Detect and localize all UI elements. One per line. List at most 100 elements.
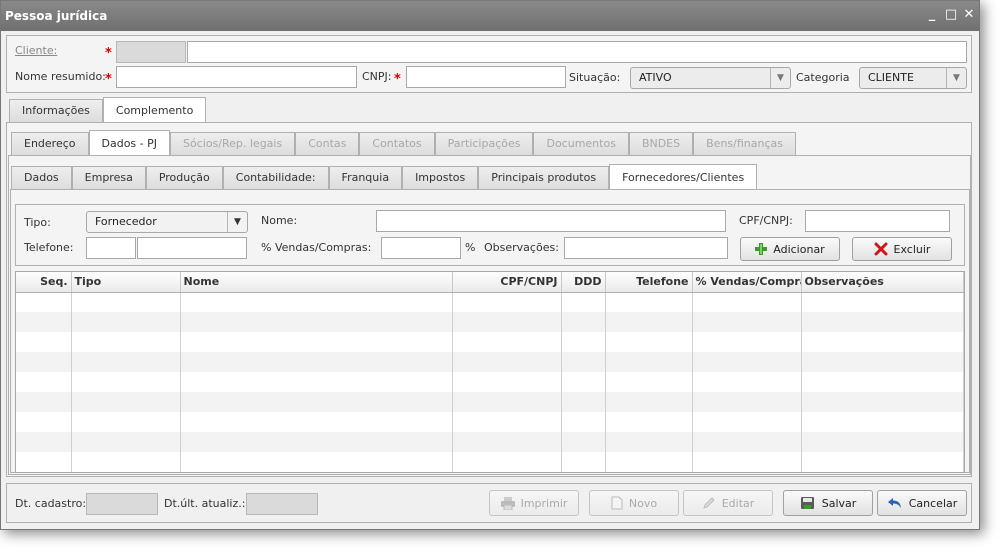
situacao-select[interactable]: ATIVO ▼	[630, 67, 791, 89]
situacao-value: ATIVO	[639, 71, 672, 84]
chevron-down-icon: ▼	[227, 212, 247, 232]
tab-franquia[interactable]: Franquia	[328, 166, 403, 190]
column-header-telefone[interactable]: Telefone	[605, 272, 693, 293]
novo-label: Novo	[628, 496, 658, 510]
close-icon[interactable]: ✕	[962, 7, 976, 23]
pessoa-juridica-window: Pessoa jurídica _ □ ✕ Cliente: * Nome re…	[0, 0, 980, 530]
dt-atualiz-label: Dt.últ. atualiz.:	[164, 497, 246, 510]
vendas-compras-label: % Vendas/Compras:	[261, 241, 372, 254]
nome-resumido-field[interactable]	[116, 66, 357, 88]
cancelar-label: Cancelar	[908, 496, 958, 510]
grid-header-row: Seq. Tipo Nome CPF/CNPJ DDD Telefone % V…	[16, 272, 964, 293]
adicionar-label: Adicionar	[773, 242, 825, 256]
tab-endereco[interactable]: Endereço	[11, 132, 89, 156]
tab-dados[interactable]: Dados	[11, 166, 72, 190]
salvar-button[interactable]: Salvar	[783, 490, 873, 516]
table-row	[16, 292, 964, 312]
editar-button[interactable]: Editar	[683, 490, 773, 516]
imprimir-label: Imprimir	[520, 496, 568, 510]
editar-label: Editar	[721, 496, 755, 510]
observacoes-label: Observações:	[484, 241, 559, 254]
fornecedores-grid[interactable]: Seq. Tipo Nome CPF/CNPJ DDD Telefone % V…	[15, 271, 965, 473]
plus-icon	[755, 243, 768, 255]
tab-fornecedores-clientes[interactable]: Fornecedores/Clientes	[609, 164, 758, 190]
tab-producao[interactable]: Produção	[145, 166, 223, 190]
dt-cadastro-label: Dt. cadastro:	[15, 497, 87, 510]
tab-complemento[interactable]: Complemento	[102, 97, 207, 123]
novo-button[interactable]: Novo	[589, 490, 679, 516]
cpfcnpj-label: CPF/CNPJ:	[739, 214, 793, 227]
window-title: Pessoa jurídica	[5, 9, 108, 23]
column-header-observacoes[interactable]: Observações	[801, 272, 964, 293]
sub-tabs: Endereço Dados - PJ Sócios/Rep. legais C…	[11, 130, 796, 156]
column-header-tipo[interactable]: Tipo	[71, 272, 181, 293]
tipo-select[interactable]: Fornecedor ▼	[86, 211, 248, 233]
tab-dados-pj[interactable]: Dados - PJ	[88, 130, 170, 156]
tab-contabilidade[interactable]: Contabilidade:	[222, 166, 329, 190]
required-mark: *	[105, 72, 112, 87]
salvar-label: Salvar	[821, 496, 857, 510]
tab-empresa[interactable]: Empresa	[71, 166, 146, 190]
printer-icon	[500, 496, 515, 510]
required-mark: *	[394, 72, 401, 87]
cpfcnpj-field[interactable]	[805, 210, 950, 232]
column-header-ddd[interactable]: DDD	[561, 272, 606, 293]
pencil-icon	[702, 497, 715, 509]
ddd-field[interactable]	[86, 237, 136, 259]
chevron-down-icon: ▼	[770, 68, 790, 88]
nome-resumido-label: Nome resumido:	[15, 70, 106, 83]
dt-cadastro-field[interactable]	[86, 493, 158, 515]
table-row	[16, 452, 964, 472]
table-row	[16, 372, 964, 392]
cliente-name-field[interactable]	[187, 41, 967, 63]
tipo-value: Fornecedor	[95, 215, 157, 228]
telefone-label: Telefone:	[24, 241, 74, 254]
minimize-icon[interactable]: _	[925, 7, 939, 23]
vendas-compras-field[interactable]	[381, 237, 461, 259]
categoria-label: Categoria	[796, 71, 850, 84]
cliente-code-field[interactable]	[116, 41, 186, 63]
required-mark: *	[105, 46, 112, 61]
tab-contatos[interactable]: Contatos	[359, 132, 435, 156]
table-row	[16, 392, 964, 412]
tab-bens-financas[interactable]: Bens/finanças	[693, 132, 796, 156]
nome-field[interactable]	[376, 210, 726, 232]
cliente-label[interactable]: Cliente:	[15, 44, 57, 58]
pj-tabs: Dados Empresa Produção Contabilidade: Fr…	[11, 164, 758, 190]
observacoes-field[interactable]	[564, 237, 728, 259]
chevron-down-icon: ▼	[946, 68, 966, 88]
save-icon	[800, 496, 814, 509]
situacao-label: Situação:	[569, 71, 621, 84]
tab-documentos[interactable]: Documentos	[533, 132, 629, 156]
excluir-button[interactable]: Excluir	[852, 237, 952, 261]
delete-x-icon	[874, 242, 888, 256]
main-tabs: Informações Complemento	[9, 97, 207, 123]
grid-body	[16, 292, 964, 472]
percent-sign: %	[465, 241, 476, 254]
tab-bndes[interactable]: BNDES	[628, 132, 694, 156]
tab-principais-produtos[interactable]: Principais produtos	[478, 166, 610, 190]
cnpj-field[interactable]	[406, 66, 566, 88]
new-document-icon	[611, 496, 623, 510]
undo-arrow-icon	[887, 498, 901, 508]
column-header-nome[interactable]: Nome	[180, 272, 453, 293]
title-bar: Pessoa jurídica _ □ ✕	[1, 1, 979, 31]
categoria-select[interactable]: CLIENTE ▼	[859, 67, 967, 89]
dt-atualiz-field[interactable]	[246, 493, 318, 515]
column-header-cpfcnpj[interactable]: CPF/CNPJ	[452, 272, 562, 293]
cnpj-label: CNPJ:	[362, 70, 392, 83]
excluir-label: Excluir	[893, 242, 931, 256]
tab-participacoes[interactable]: Participações	[434, 132, 534, 156]
imprimir-button[interactable]: Imprimir	[489, 490, 579, 516]
tab-contas[interactable]: Contas	[295, 132, 360, 156]
column-header-seq[interactable]: Seq.	[16, 272, 72, 293]
column-header-vendas-compras[interactable]: % Vendas/Compras	[692, 272, 802, 293]
tab-socios[interactable]: Sócios/Rep. legais	[170, 132, 296, 156]
tab-impostos[interactable]: Impostos	[402, 166, 479, 190]
adicionar-button[interactable]: Adicionar	[740, 237, 840, 261]
maximize-icon[interactable]: □	[944, 7, 958, 23]
cancelar-button[interactable]: Cancelar	[877, 490, 967, 516]
tab-informacoes[interactable]: Informações	[9, 99, 103, 123]
table-row	[16, 312, 964, 332]
telefone-field[interactable]	[137, 237, 247, 259]
